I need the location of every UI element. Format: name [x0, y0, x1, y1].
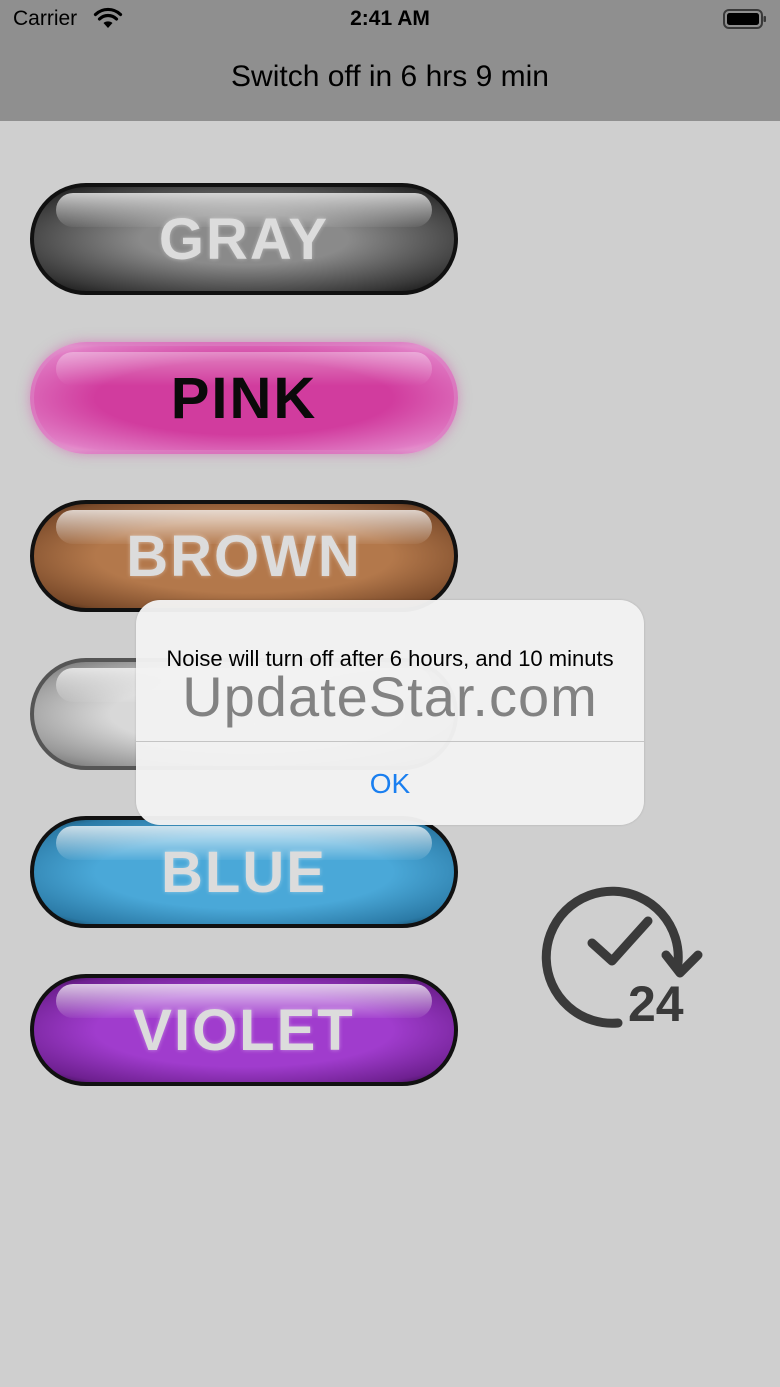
ok-button[interactable]: OK [136, 742, 644, 825]
violet-button-label: VIOLET [133, 997, 355, 1063]
top-bar: Carrier 2:41 AM Switch off in 6 hrs 9 mi… [0, 0, 780, 121]
brown-noise-button[interactable]: BROWN [30, 500, 458, 612]
screen: Carrier 2:41 AM Switch off in 6 hrs 9 mi… [0, 0, 780, 1387]
gray-button-label: GRAY [158, 206, 330, 272]
violet-noise-button[interactable]: VIOLET [30, 974, 458, 1086]
alert-message: Noise will turn off after 6 hours, and 1… [166, 646, 614, 671]
status-time: 2:41 AM [350, 7, 430, 30]
brown-button-label: BROWN [126, 523, 362, 589]
alert-dialog: Noise will turn off after 6 hours, and 1… [136, 600, 644, 825]
pink-button-label: PINK [170, 365, 318, 431]
timer-24-icon[interactable]: 24 [540, 885, 710, 1035]
blue-noise-button[interactable]: BLUE [30, 816, 458, 928]
pink-noise-button[interactable]: PINK [30, 342, 458, 454]
gray-noise-button[interactable]: GRAY [30, 183, 458, 295]
nav-title: Switch off in 6 hrs 9 min [231, 60, 549, 93]
battery-icon [723, 9, 766, 29]
timer-label: 24 [628, 976, 684, 1032]
blue-button-label: BLUE [161, 839, 327, 905]
